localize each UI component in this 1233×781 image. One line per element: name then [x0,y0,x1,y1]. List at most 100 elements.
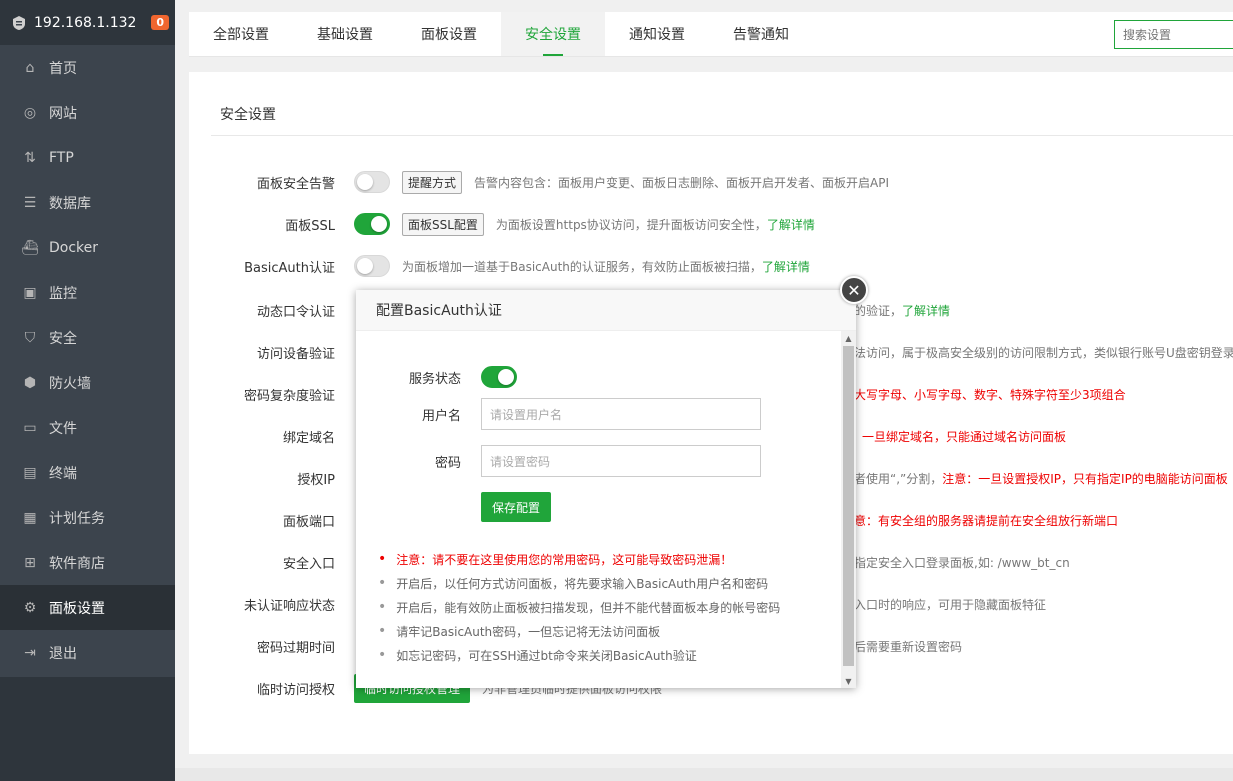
scrollbar-thumb[interactable] [843,346,854,666]
username-input[interactable]: 请设置用户名 [481,398,761,430]
service-status-row: 服务状态 [356,366,517,388]
sidebar-item-8[interactable]: ▭ 文件 [0,405,175,450]
sidebar-item-12[interactable]: ⚙ 面板设置 [0,585,175,630]
section-title: 安全设置 [220,107,276,123]
service-status-label: 服务状态 [408,371,461,387]
username-label: 用户名 [421,408,461,424]
setting-desc: 为面板增加一道基于BasicAuth的认证服务，有效防止面板被扫描， [402,259,762,274]
save-config-button[interactable]: 保存配置 [481,492,551,522]
setting-label: BasicAuth认证 [244,260,335,276]
username-row: 用户名 请设置用户名 [356,398,761,430]
setting-row-security-entry: 安全入口 指定安全入口登录面板,如: /www_bt_cn [189,548,1070,576]
settings-tabs: 全部设置 基础设置 面板设置 安全设置 通知设置 告警通知 [189,12,1233,57]
sidebar-item-6[interactable]: ⛉ 安全 [0,315,175,360]
sidebar-item-label: 计划任务 [49,510,105,527]
sidebar-item-13[interactable]: ⇥ 退出 [0,630,175,675]
learn-more-link[interactable]: 了解详情 [902,304,950,318]
setting-desc: 一旦绑定域名，只能通过域名访问面板 [862,429,1067,444]
sidebar-item-10[interactable]: ▦ 计划任务 [0,495,175,540]
sidebar-item-4[interactable]: ⛴ Docker [0,225,175,270]
password-input[interactable]: 请设置密码 [481,445,761,477]
sidebar-item-2[interactable]: ⇅ FTP [0,135,175,180]
scroll-up-icon[interactable]: ▲ [841,331,856,345]
setting-label: 安全入口 [282,556,335,572]
tab-1[interactable]: 基础设置 [293,12,397,56]
ftp-icon: ⇅ [24,149,36,166]
sidebar-item-7[interactable]: ⬢ 防火墙 [0,360,175,405]
tips-list: 注意：请不要在这里使用您的常用密码，这可能导致密码泄漏！ 开启后，以任何方式访问… [378,547,780,667]
tip-item: 注意：请不要在这里使用您的常用密码，这可能导致密码泄漏！ [378,547,780,571]
setting-row-basicauth: BasicAuth认证 为面板增加一道基于BasicAuth的认证服务，有效防止… [189,252,810,280]
setting-desc: 入口时的响应，可用于隐藏面板特征 [854,597,1047,612]
setting-row-password-expiry: 密码过期时间 后需要重新设置密码 [189,632,962,660]
sidebar-item-11[interactable]: ⊞ 软件商店 [0,540,175,585]
setting-desc: 的验证， [854,303,903,318]
apps-icon: ⊞ [24,554,36,571]
setting-row-device-verify: 访问设备验证 法访问，属于极高安全级别的访问限制方式，类似银行账号U盘密钥登录 [189,338,1233,366]
sidebar-item-3[interactable]: ☰ 数据库 [0,180,175,225]
setting-desc: 意：有安全组的服务器请提前在安全组放行新端口 [854,513,1119,528]
sidebar-item-label: 软件商店 [49,555,105,572]
setting-label: 访问设备验证 [256,346,335,362]
logout-icon: ⇥ [24,644,36,661]
panel-alert-toggle[interactable] [354,171,390,193]
sidebar-item-5[interactable]: ▣ 监控 [0,270,175,315]
terminal-icon: ▤ [23,464,37,481]
setting-label: 未认证响应状态 [243,598,335,614]
sidebar-footer [0,677,175,781]
host-address[interactable]: 192.168.1.132 [34,15,136,31]
sidebar-item-0[interactable]: ⌂ 首页 [0,45,175,90]
learn-more-link[interactable]: 了解详情 [762,260,810,274]
tip-item: 开启后，以任何方式访问面板，将先要求输入BasicAuth用户名和密码 [378,571,780,595]
setting-row-panel-alert: 面板安全告警 提醒方式 告警内容包含：面板用户变更、面板日志删除、面板开启开发者… [189,168,889,196]
tab-2[interactable]: 面板设置 [397,12,501,56]
learn-more-link[interactable]: 了解详情 [767,218,815,232]
scroll-down-icon[interactable]: ▼ [841,674,856,688]
database-icon: ☰ [23,194,37,211]
search-input[interactable] [1114,20,1233,49]
sidebar-item-1[interactable]: ◎ 网站 [0,90,175,135]
save-row: 保存配置 [356,492,551,522]
sidebar-item-label: 退出 [49,645,77,662]
tab-3[interactable]: 安全设置 [501,12,605,56]
tab-5[interactable]: 告警通知 [709,12,813,56]
setting-row-panel-ssl: 面板SSL 面板SSL配置 为面板设置https协议访问，提升面板访问安全性，了… [189,210,815,238]
setting-desc: 者使用“,”分割， [854,471,943,486]
panel-ssl-toggle[interactable] [354,213,390,235]
sidebar-item-label: 安全 [49,330,77,347]
setting-warning: 注意：一旦设置授权IP，只有指定IP的电脑能访问面板 [942,471,1228,486]
sidebar-item-label: 面板设置 [49,600,105,617]
notification-badge[interactable]: 0 [151,15,169,30]
server-logo-icon [10,14,28,32]
setting-label: 密码过期时间 [256,640,335,656]
ssl-config-button[interactable]: 面板SSL配置 [402,212,484,236]
tip-item: 开启后，能有效防止面板被扫描发现，但并不能代替面板本身的帐号密码 [378,595,780,619]
password-row: 密码 请设置密码 [356,445,761,477]
setting-desc: 指定安全入口登录面板,如: /www_bt_cn [854,555,1070,570]
sidebar-item-label: 终端 [49,465,77,482]
setting-row-otp: 动态口令认证 的验证，了解详情 [189,296,950,324]
sidebar-item-9[interactable]: ▤ 终端 [0,450,175,495]
setting-desc: 为面板设置https协议访问，提升面板访问安全性， [495,217,767,232]
password-label: 密码 [434,455,461,471]
alert-method-button[interactable]: 提醒方式 [402,170,463,194]
setting-label: 密码复杂度验证 [243,388,335,404]
tab-4[interactable]: 通知设置 [605,12,709,56]
setting-desc: 告警内容包含：面板用户变更、面板日志删除、面板开启开发者、面板开启API [474,175,890,190]
globe-icon: ◎ [23,104,37,121]
sidebar-item-label: 文件 [49,420,77,437]
setting-label: 授权IP [297,472,335,488]
tip-item: 请牢记BasicAuth密码，一但忘记将无法访问面板 [378,619,780,643]
setting-row-authorized-ip: 授权IP 者使用“,”分割，注意：一旦设置授权IP，只有指定IP的电脑能访问面板 [189,464,1228,492]
gear-icon: ⚙ [23,599,37,616]
close-icon[interactable]: ✕ [840,276,868,304]
sidebar-item-label: FTP [49,149,74,166]
basicauth-toggle[interactable] [354,255,390,277]
dialog-scrollbar[interactable]: ▲ ▼ [841,331,856,688]
setting-label: 动态口令认证 [256,304,335,320]
sidebar-item-label: 监控 [49,285,77,302]
sidebar-item-label: 防火墙 [49,375,91,392]
setting-row-bind-domain: 绑定域名 一旦绑定域名，只能通过域名访问面板 [189,422,1066,450]
service-status-toggle[interactable] [481,366,517,388]
tab-0[interactable]: 全部设置 [189,12,293,56]
